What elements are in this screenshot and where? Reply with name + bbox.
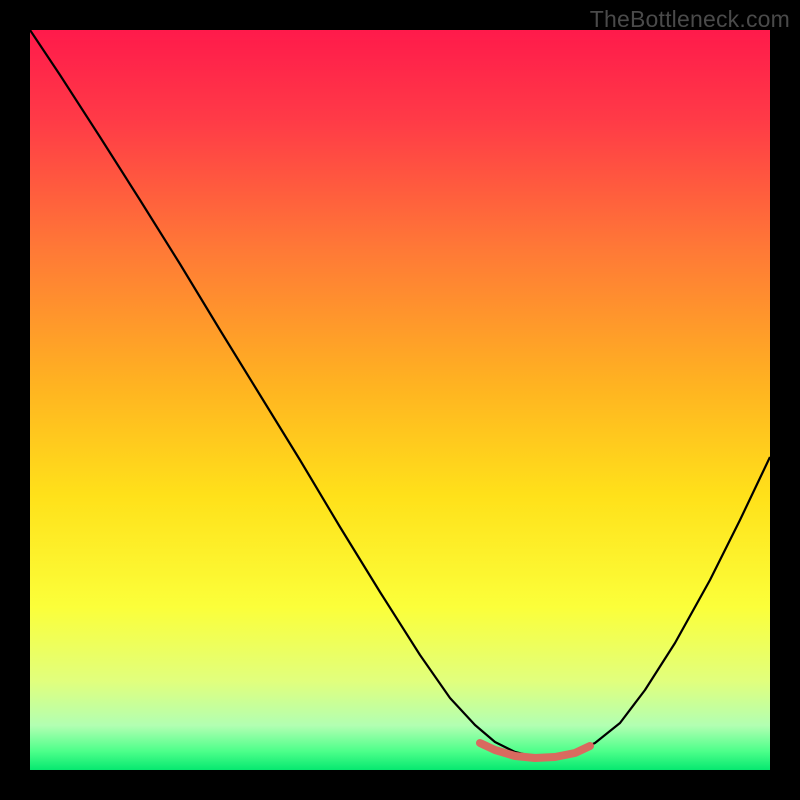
chart-frame: TheBottleneck.com: [0, 0, 800, 800]
optimal-marker: [30, 30, 770, 770]
plot-area: [30, 30, 770, 770]
watermark-text: TheBottleneck.com: [590, 6, 790, 33]
